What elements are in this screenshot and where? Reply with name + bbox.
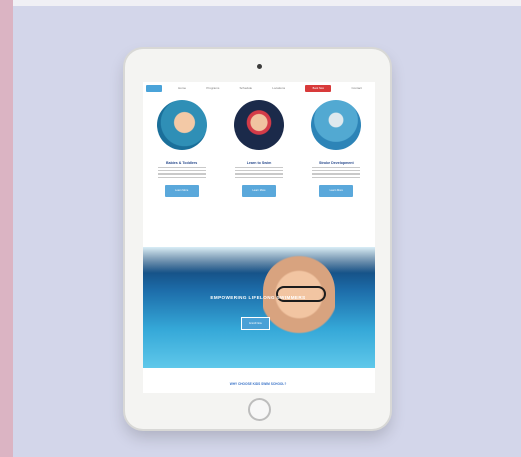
nav-item-locations[interactable]: Locations	[272, 86, 285, 90]
nav-book-now-button[interactable]: Book Now	[305, 84, 332, 92]
nav-item-schedule[interactable]: Schedule	[240, 86, 253, 90]
card-text-line	[312, 170, 361, 172]
child-goggles-photo	[233, 100, 284, 150]
nav-menu: Home Programs Schedule Locations Book No…	[168, 84, 372, 92]
card-title: Babies & Toddlers	[166, 161, 198, 165]
nav-item-programs[interactable]: Programs	[206, 86, 219, 90]
website-navbar: Home Programs Schedule Locations Book No…	[143, 82, 375, 94]
card-text-line	[234, 176, 283, 178]
card-text-line	[312, 176, 361, 178]
program-card-stroke-development: Stroke Development Learn More	[303, 96, 369, 246]
hero-banner: EMPOWERING LIFELONG SWIMMERS Enroll Now	[143, 247, 375, 368]
program-card-babies: Babies & Toddlers Learn More	[149, 96, 215, 246]
card-learn-more-button[interactable]: Learn More	[241, 184, 276, 197]
why-choose-link[interactable]: WHY CHOOSE KIDS SWIM SCHOOL?	[205, 382, 311, 386]
card-text-line	[157, 167, 206, 169]
baby-swimming-photo	[156, 100, 207, 150]
tablet-camera	[257, 64, 262, 69]
card-title: Stroke Development	[318, 161, 354, 165]
card-text-line	[157, 173, 206, 175]
underwater-swimmer-photo	[311, 100, 362, 150]
card-title: Learn to Swim	[246, 161, 272, 165]
program-card-learn-to-swim: Learn to Swim Learn More	[226, 96, 292, 246]
program-cards: Babies & Toddlers Learn More Learn to Sw…	[143, 96, 375, 246]
card-learn-more-button[interactable]: Learn More	[164, 184, 199, 197]
tablet-screen: Home Programs Schedule Locations Book No…	[143, 82, 375, 393]
why-choose-section: WHY CHOOSE KIDS SWIM SCHOOL?	[143, 368, 375, 393]
card-text-line	[312, 173, 361, 175]
card-learn-more-button[interactable]: Learn More	[319, 184, 354, 197]
hero-enroll-button[interactable]: Enroll Now	[241, 317, 270, 330]
card-text-line	[234, 170, 283, 172]
card-text-line	[157, 170, 206, 172]
water-surface-shine	[143, 247, 375, 273]
nav-item-home[interactable]: Home	[178, 86, 186, 90]
nav-item-contact[interactable]: Contact	[352, 86, 362, 90]
card-text-line	[157, 176, 206, 178]
boy-underwater-thumbs-up	[263, 255, 335, 368]
card-text-line	[234, 167, 283, 169]
tablet-home-button[interactable]	[248, 398, 271, 421]
pink-side-strip	[0, 0, 13, 457]
hero-title: EMPOWERING LIFELONG SWIMMERS	[210, 295, 306, 300]
site-logo[interactable]	[146, 84, 162, 92]
card-text-line	[234, 173, 283, 175]
top-light-strip	[13, 0, 521, 6]
card-text-line	[312, 167, 361, 169]
